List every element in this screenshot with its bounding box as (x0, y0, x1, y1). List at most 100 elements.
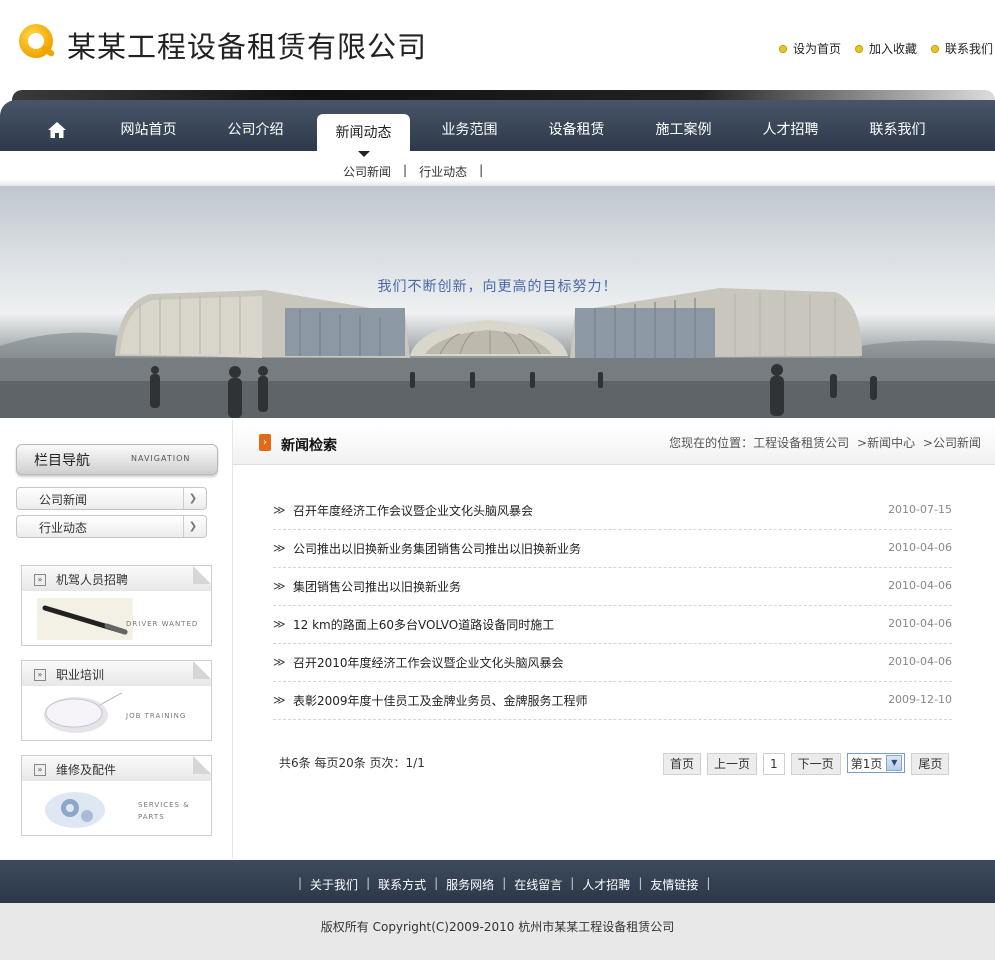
double-chevron-icon: ≫ (273, 503, 286, 517)
quick-link-label: 联系我们 (944, 42, 993, 56)
expand-icon: » (34, 574, 46, 586)
news-title[interactable]: 召开年度经济工作会议暨企业文化头脑风暴会 (293, 502, 533, 519)
sidebar-heading-en: NAVIGATION (131, 454, 191, 463)
breadcrumb-item-company-news[interactable]: 公司新闻 (933, 436, 981, 450)
arrow-right-icon: › (259, 434, 271, 451)
promo-header (22, 756, 211, 781)
footer-link-about[interactable]: 关于我们 (310, 876, 358, 893)
main-nav: 网站首页 公司介绍 新闻动态 业务范围 设备租赁 施工案例 人才招聘 联系我们 (0, 100, 995, 151)
breadcrumb-separator: > (857, 436, 868, 450)
company-name: 某某工程设备租赁有限公司 (67, 30, 428, 64)
last-page-button[interactable]: 尾页 (911, 753, 950, 775)
copyright: 版权所有 Copyright(C)2009-2010 杭州市某某工程设备租赁公司 (320, 920, 675, 934)
next-page-button[interactable]: 下一页 (790, 753, 841, 775)
promo-services-parts[interactable]: » 维修及配件 SERVICES & PARTS (21, 755, 212, 836)
promo-title: 职业培训 (56, 668, 105, 682)
pager: 首页 上一页 1 下一页 第1页 ▼ 尾页 (663, 753, 950, 775)
nav-item-cases[interactable]: 施工案例 (630, 100, 737, 151)
news-title[interactable]: 12 km的路面上60多台VOLVO道路设备同时施工 (293, 616, 554, 633)
sidebar-item-label: 公司新闻 (39, 493, 88, 507)
stadium-illustration (0, 288, 995, 418)
page-select[interactable]: 第1页 ▼ (846, 753, 906, 773)
breadcrumb: 您现在的位置：工程设备租赁公司 >新闻中心 >公司新闻 (669, 434, 981, 451)
promo-title: 机驾人员招聘 (56, 573, 129, 587)
quick-link-add-favorite[interactable]: 加入收藏 (854, 40, 917, 57)
promo-title: 维修及配件 (56, 763, 117, 777)
footer-link-friends[interactable]: 友情链接 (650, 876, 698, 893)
prev-page-button[interactable]: 上一页 (707, 753, 758, 775)
news-title[interactable]: 召开2010年度经济工作会议暨企业文化头脑风暴会 (293, 654, 564, 671)
bullet-icon (778, 44, 787, 53)
separator: | (298, 876, 303, 890)
page-select-value: 第1页 (850, 756, 883, 771)
promo-header (22, 661, 211, 686)
content-title: 新闻检索 (281, 438, 337, 454)
news-row[interactable]: ≫ 集团销售公司推出以旧换新业务 2010-04-06 (273, 568, 952, 606)
news-row[interactable]: ≫ 12 km的路面上60多台VOLVO道路设备同时施工 2010-04-06 (273, 606, 952, 644)
sub-nav: 公司新闻 | 行业动态 | (343, 163, 495, 180)
news-row[interactable]: ≫ 公司推出以旧换新业务集团销售公司推出以旧换新业务 2010-04-06 (273, 530, 952, 568)
sidebar-item-label: 行业动态 (39, 521, 88, 535)
news-date: 2010-04-06 (888, 579, 952, 592)
footer-link-contact[interactable]: 联系方式 (378, 876, 426, 893)
page-fold-icon (193, 756, 211, 774)
breadcrumb-item-home[interactable]: 工程设备租赁公司 (753, 436, 849, 450)
news-title[interactable]: 表彰2009年度十佳员工及金牌业务员、金牌服务工程师 (293, 692, 588, 709)
news-list: ≫ 召开年度经济工作会议暨企业文化头脑风暴会 2010-07-15 ≫ 公司推出… (273, 492, 952, 720)
bullet-icon (854, 44, 863, 53)
news-title[interactable]: 公司推出以旧换新业务集团销售公司推出以旧换新业务 (293, 540, 581, 557)
nav-item-jobs[interactable]: 人才招聘 (737, 100, 844, 151)
quick-link-set-home[interactable]: 设为首页 (778, 40, 841, 57)
active-nav-arrow-icon (358, 151, 370, 157)
banner-image: 我们不断创新，向更高的目标努力！ (0, 186, 995, 418)
nav-item-contact[interactable]: 联系我们 (844, 100, 951, 151)
nav-item-equipment-rental[interactable]: 设备租赁 (523, 100, 630, 151)
gear-icon (45, 792, 105, 828)
breadcrumb-prefix: 您现在的位置： (669, 436, 754, 450)
footer-link-service-network[interactable]: 服务网络 (446, 876, 494, 893)
quick-link-contact[interactable]: 联系我们 (930, 40, 993, 57)
double-chevron-icon: ≫ (273, 693, 286, 707)
nav-item-about[interactable]: 公司介绍 (202, 100, 309, 151)
separator: | (434, 876, 439, 890)
expand-icon: » (34, 764, 46, 776)
footer-link-jobs[interactable]: 人才招聘 (582, 876, 630, 893)
double-chevron-icon: ≫ (273, 579, 286, 593)
sidebar-divider (232, 420, 233, 858)
news-date: 2010-04-06 (888, 541, 952, 554)
mouse-icon (44, 692, 123, 733)
news-title[interactable]: 集团销售公司推出以旧换新业务 (293, 578, 461, 595)
nav-item-news[interactable]: 新闻动态 (317, 114, 410, 151)
nav-item-business[interactable]: 业务范围 (416, 100, 523, 151)
home-icon[interactable] (47, 121, 67, 139)
current-page-number[interactable]: 1 (763, 753, 785, 775)
news-date: 2009-12-10 (888, 693, 952, 706)
news-row[interactable]: ≫ 表彰2009年度十佳员工及金牌业务员、金牌服务工程师 2009-12-10 (273, 682, 952, 720)
sidebar-item-industry-news[interactable]: 行业动态 ❯ (16, 515, 207, 538)
news-row[interactable]: ≫ 召开年度经济工作会议暨企业文化头脑风暴会 2010-07-15 (273, 492, 952, 530)
breadcrumb-item-news-center[interactable]: 新闻中心 (867, 436, 915, 450)
page-fold-icon (193, 566, 211, 584)
content-header: › 新闻检索 您现在的位置：工程设备租赁公司 >新闻中心 >公司新闻 (233, 424, 995, 465)
separator: | (706, 876, 711, 890)
first-page-button[interactable]: 首页 (663, 753, 702, 775)
separator: | (502, 876, 507, 890)
quick-link-label: 加入收藏 (868, 42, 917, 56)
double-chevron-icon: ≫ (273, 655, 286, 669)
promo-job-training[interactable]: » 职业培训 JOB TRAINING (21, 660, 212, 741)
chevron-right-icon: ❯ (183, 488, 202, 509)
separator: | (403, 163, 408, 177)
news-row[interactable]: ≫ 召开2010年度经济工作会议暨企业文化头脑风暴会 2010-04-06 (273, 644, 952, 682)
pager-info: 共6条 每页20条 页次：1/1 (279, 756, 425, 770)
nav-item-home-page[interactable]: 网站首页 (95, 100, 202, 151)
subnav-company-news[interactable]: 公司新闻 (343, 163, 391, 180)
separator: | (479, 163, 484, 177)
footer-link-message[interactable]: 在线留言 (514, 876, 562, 893)
sidebar-item-company-news[interactable]: 公司新闻 ❯ (16, 487, 207, 510)
footer-nav: | 关于我们 | 联系方式 | 服务网络 | 在线留言 | 人才招聘 | 友情链… (0, 860, 995, 903)
company-logo[interactable] (19, 24, 57, 62)
quick-links: 设为首页 加入收藏 联系我们 (778, 40, 993, 57)
subnav-industry-news[interactable]: 行业动态 (419, 163, 467, 180)
promo-driver-wanted[interactable]: » 机驾人员招聘 DRIVER WANTED (21, 565, 212, 646)
separator: | (570, 876, 575, 890)
